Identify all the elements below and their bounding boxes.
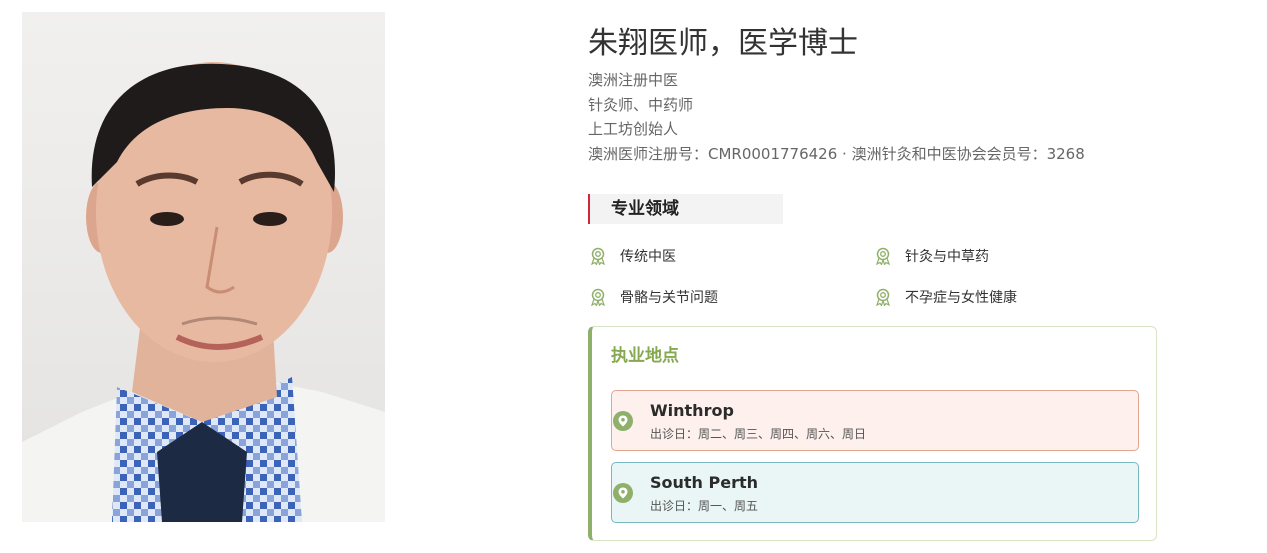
- map-pin-icon: [613, 483, 633, 503]
- doctor-name: 朱翔医师，医学博士: [588, 26, 858, 61]
- specialty-label: 骨骼与关节问题: [620, 290, 718, 306]
- specialty-item: 骨骼与关节问题: [590, 287, 718, 307]
- locations-panel: 执业地点 Winthrop 出诊日：周二、周三、周四、周六、周日 South P…: [588, 326, 1157, 541]
- specialty-item: 针灸与中草药: [875, 246, 989, 266]
- specialty-item: 不孕症与女性健康: [875, 287, 1017, 307]
- location-card-winthrop[interactable]: Winthrop 出诊日：周二、周三、周四、周六、周日: [611, 390, 1139, 451]
- location-name: Winthrop: [650, 401, 734, 420]
- credential-line: 澳洲医师注册号：CMR0001776426 · 澳洲针灸和中医协会会员号：326…: [588, 144, 1085, 163]
- credential-line: 上工坊创始人: [588, 120, 679, 138]
- specialty-label: 针灸与中草药: [905, 249, 989, 265]
- location-days: 出诊日：周二、周三、周四、周六、周日: [650, 427, 867, 441]
- specialty-label: 不孕症与女性健康: [905, 290, 1017, 306]
- award-icon: [591, 288, 605, 306]
- location-card-south-perth[interactable]: South Perth 出诊日：周一、周五: [611, 462, 1139, 523]
- doctor-photo: [22, 12, 385, 522]
- location-name: South Perth: [650, 473, 759, 492]
- award-icon: [876, 288, 890, 306]
- map-pin-icon: [613, 411, 633, 431]
- specialty-item: 传统中医: [590, 246, 676, 266]
- award-icon: [591, 247, 605, 265]
- award-icon: [876, 247, 890, 265]
- specialty-label: 传统中医: [620, 249, 676, 265]
- specialties-heading: 专业领域: [588, 194, 783, 224]
- location-days: 出诊日：周一、周五: [650, 499, 759, 513]
- credential-line: 澳洲注册中医: [588, 71, 679, 89]
- locations-heading: 执业地点: [611, 346, 679, 366]
- credentials: 澳洲注册中医 针灸师、中药师 上工坊创始人 澳洲医师注册号：CMR0001776…: [588, 68, 1085, 166]
- credential-line: 针灸师、中药师: [588, 95, 694, 114]
